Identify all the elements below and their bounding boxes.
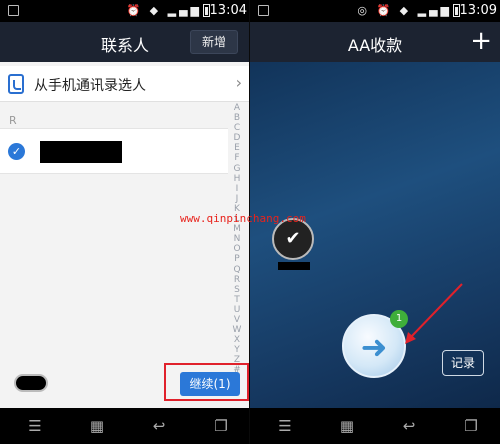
index-letter[interactable]: E [231,143,243,153]
index-letter[interactable]: P [231,254,243,264]
annotation-arrow-head [405,332,416,344]
pick-from-phone-label: 从手机通讯录选人 [34,78,146,94]
index-letter[interactable]: N [231,234,243,244]
index-letter[interactable]: H [231,174,243,184]
index-letter[interactable]: B [231,113,243,123]
status-time: 13:04 [209,3,247,18]
index-letter[interactable]: T [231,295,243,305]
page-title: AA收款 [347,36,403,55]
chevron-right-icon: › [235,73,242,92]
index-letter[interactable]: C [231,123,243,133]
index-letter[interactable]: S [231,285,243,295]
status-time: 13:09 [459,3,497,18]
index-letter[interactable]: D [231,133,243,143]
back-icon[interactable]: ↩ [400,417,418,435]
add-button[interactable]: + [470,28,492,54]
alphabet-index[interactable]: A B C D E F G H I J K L M N O P Q R S T U V W X Y Z # [231,103,243,376]
back-icon[interactable]: ↩ [150,417,168,435]
grid-icon[interactable]: ▦ [88,417,106,435]
phone-contacts-icon [8,74,24,94]
gallery-notification-icon [8,5,19,16]
record-button[interactable]: 记录 [442,350,484,376]
index-letter[interactable]: G [231,164,243,174]
gallery-notification-icon [258,5,269,16]
aa-header: AA收款 + [250,22,500,62]
watermark: www.qinpinchang.com [180,212,306,225]
status-icons: ◎ ⏰ ◆ ▂▄▆ [357,4,452,17]
index-letter[interactable]: Q [231,265,243,275]
annotation-arrow-line [409,283,463,339]
highlight-box [164,363,249,401]
index-letter[interactable]: X [231,335,243,345]
status-bar: ◎ ⏰ ◆ ▂▄▆ 13:09 [250,0,500,22]
contacts-header: 联系人 新增 [0,22,250,62]
checkmark-icon: ✔ [285,228,301,249]
menu-icon[interactable]: ☰ [26,417,44,435]
index-letter[interactable]: A [231,103,243,113]
contact-list-item[interactable]: ✓ [0,128,228,174]
arrow-right-icon: ➜ [360,328,388,366]
index-letter[interactable]: I [231,184,243,194]
index-letter[interactable]: M [231,224,243,234]
index-letter[interactable]: V [231,315,243,325]
index-letter[interactable]: Y [231,345,243,355]
index-letter[interactable]: J [231,194,243,204]
contact-name-redacted [40,141,122,163]
grid-icon[interactable]: ▦ [338,417,356,435]
menu-icon[interactable]: ☰ [276,417,294,435]
pick-from-phone-contacts[interactable]: 从手机通讯录选人 › [0,66,250,102]
section-header: R [9,114,17,127]
index-letter[interactable]: R [231,275,243,285]
selected-member-avatar[interactable] [14,374,48,392]
index-letter[interactable]: F [231,153,243,163]
index-letter[interactable]: O [231,244,243,254]
status-bar: ⏰ ◆ ▂▄▆ 13:04 [0,0,250,22]
count-badge: 1 [390,310,408,328]
index-letter[interactable]: U [231,305,243,315]
system-nav-bar: ☰ ▦ ↩ ❐ [0,408,250,444]
member-name-redacted [278,262,310,270]
checkmark-icon[interactable]: ✓ [8,143,25,160]
recent-apps-icon[interactable]: ❐ [462,417,480,435]
system-nav-bar: ☰ ▦ ↩ ❐ [250,408,500,444]
recent-apps-icon[interactable]: ❐ [212,417,230,435]
new-contact-button[interactable]: 新增 [190,30,238,54]
index-letter[interactable]: W [231,325,243,335]
status-icons: ⏰ ◆ ▂▄▆ [126,4,202,17]
